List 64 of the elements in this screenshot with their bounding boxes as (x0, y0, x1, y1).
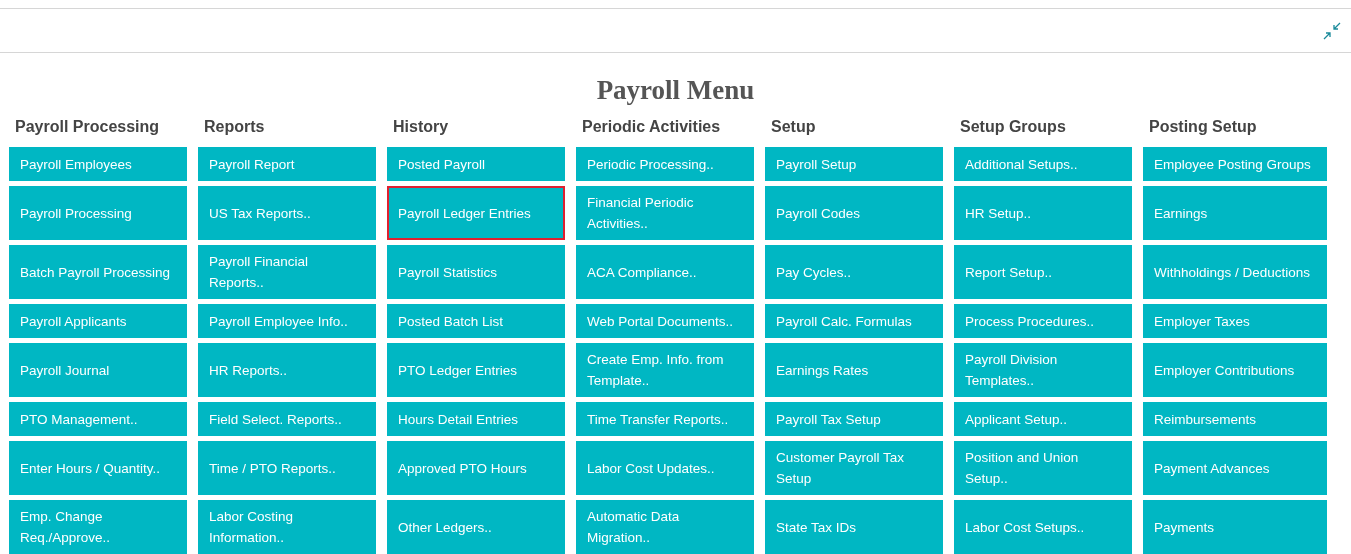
menu-tile[interactable]: Payroll Employees (9, 147, 187, 181)
menu-tile[interactable]: Position and Union Setup.. (954, 441, 1132, 495)
menu-tile[interactable]: PTO Management.. (9, 402, 187, 436)
menu-tile[interactable]: Posted Payroll (387, 147, 565, 181)
column-heading: Setup (770, 117, 817, 137)
page-title: Payroll Menu (595, 75, 756, 106)
menu-tile[interactable]: Earnings Rates (765, 343, 943, 397)
menu-tile[interactable]: Labor Cost Updates.. (576, 441, 754, 495)
column-heading: Posting Setup (1148, 117, 1258, 137)
menu-tile[interactable]: Payroll Journal (9, 343, 187, 397)
column-heading: Reports (203, 117, 266, 137)
menu-tile[interactable]: Emp. Change Req./Approve.. (9, 500, 187, 554)
menu-tile[interactable]: Batch Payroll Processing (9, 245, 187, 299)
menu-tile[interactable]: Employee Posting Groups (1143, 147, 1327, 181)
menu-tile[interactable]: Financial Periodic Activities.. (576, 186, 754, 240)
menu-tile[interactable]: Payroll Financial Reports.. (198, 245, 376, 299)
menu-tile[interactable]: Payroll Employee Info.. (198, 304, 376, 338)
menu-tile[interactable]: Pay Cycles.. (765, 245, 943, 299)
column-heading: Periodic Activities (581, 117, 722, 137)
menu-tile[interactable]: Payroll Codes (765, 186, 943, 240)
menu-tile[interactable]: Applicant Setup.. (954, 402, 1132, 436)
menu-tile[interactable]: Employer Contributions (1143, 343, 1327, 397)
menu-tile[interactable]: Time / PTO Reports.. (198, 441, 376, 495)
menu-tile[interactable]: Payroll Calc. Formulas (765, 304, 943, 338)
menu-tile[interactable]: Earnings (1143, 186, 1327, 240)
menu-tile[interactable]: PTO Ledger Entries (387, 343, 565, 397)
menu-tile[interactable]: Process Procedures.. (954, 304, 1132, 338)
menu-tile[interactable]: Periodic Processing.. (576, 147, 754, 181)
menu-tile[interactable]: Hours Detail Entries (387, 402, 565, 436)
menu-tile[interactable]: Payroll Division Templates.. (954, 343, 1132, 397)
menu-tile[interactable]: US Tax Reports.. (198, 186, 376, 240)
menu-tile[interactable]: Payroll Report (198, 147, 376, 181)
menu-tile[interactable]: Web Portal Documents.. (576, 304, 754, 338)
column-heading: Setup Groups (959, 117, 1067, 137)
menu-tile[interactable]: ACA Compliance.. (576, 245, 754, 299)
menu-tile[interactable]: Labor Costing Information.. (198, 500, 376, 554)
menu-tile[interactable]: Payroll Statistics (387, 245, 565, 299)
menu-tile[interactable]: Other Ledgers.. (387, 500, 565, 554)
menu-tile[interactable]: Reimbursements (1143, 402, 1327, 436)
menu-tile[interactable]: Payroll Tax Setup (765, 402, 943, 436)
menu-tile[interactable]: Payments (1143, 500, 1327, 554)
menu-tile[interactable]: Payroll Ledger Entries (387, 186, 565, 240)
menu-tile[interactable]: Posted Batch List (387, 304, 565, 338)
menu-tile[interactable]: Payroll Processing (9, 186, 187, 240)
column-heading: History (392, 117, 450, 137)
menu-tile[interactable]: Field Select. Reports.. (198, 402, 376, 436)
menu-tile[interactable]: Time Transfer Reports.. (576, 402, 754, 436)
column-heading: Payroll Processing (14, 117, 161, 137)
menu-tile[interactable]: Customer Payroll Tax Setup (765, 441, 943, 495)
menu-tile[interactable]: Report Setup.. (954, 245, 1132, 299)
menu-tile[interactable]: Employer Taxes (1143, 304, 1327, 338)
menu-tile[interactable]: Withholdings / Deductions (1143, 245, 1327, 299)
menu-tile[interactable]: HR Setup.. (954, 186, 1132, 240)
menu-tile[interactable]: Payroll Applicants (9, 304, 187, 338)
menu-tile[interactable]: Automatic Data Migration.. (576, 500, 754, 554)
menu-tile[interactable]: Payment Advances (1143, 441, 1327, 495)
menu-tile[interactable]: Create Emp. Info. from Template.. (576, 343, 754, 397)
menu-tile[interactable]: State Tax IDs (765, 500, 943, 554)
menu-tile[interactable]: Approved PTO Hours (387, 441, 565, 495)
menu-tile[interactable]: HR Reports.. (198, 343, 376, 397)
menu-tile[interactable]: Enter Hours / Quantity.. (9, 441, 187, 495)
menu-tile[interactable]: Labor Cost Setups.. (954, 500, 1132, 554)
menu-tile[interactable]: Additional Setups.. (954, 147, 1132, 181)
menu-tile[interactable]: Payroll Setup (765, 147, 943, 181)
